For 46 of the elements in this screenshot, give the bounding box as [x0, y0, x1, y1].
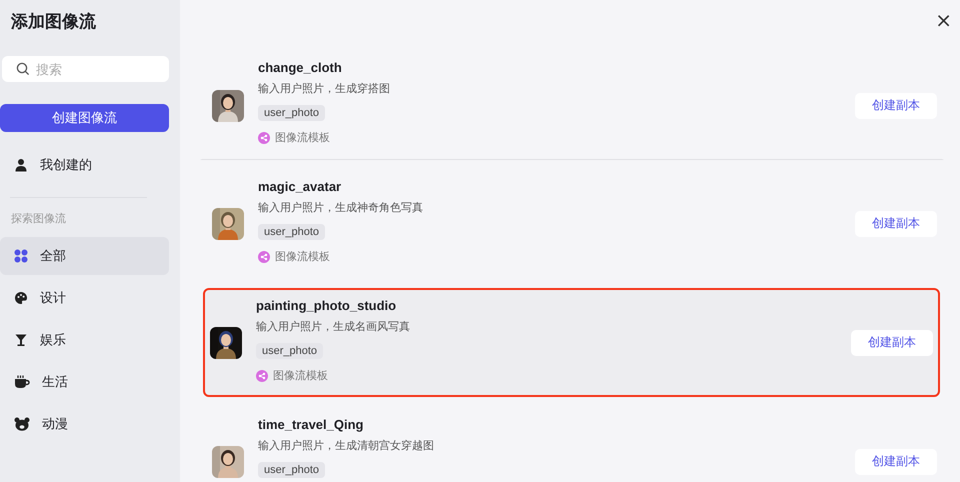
close-button[interactable]: × [931, 8, 956, 32]
copy-button[interactable]: 创建副本 [855, 92, 937, 118]
parameter-tag: user_photo [258, 224, 326, 240]
grid-icon [14, 249, 28, 263]
workflow-name: time_travel_Qing [258, 417, 364, 432]
workflow-name: magic_avatar [258, 179, 342, 194]
template-label: 图像流模板 [275, 130, 330, 145]
workflow-description: 输入用户照片，生成名画风写真 [256, 320, 410, 334]
sidebar-item[interactable]: 我创建的 [0, 146, 169, 184]
panel-title: 添加图像流 [10, 11, 97, 33]
share-icon [256, 370, 268, 382]
cocktail-icon [14, 333, 28, 347]
workflow-name: painting_photo_studio [256, 298, 396, 313]
item-label: 我创建的 [40, 156, 92, 174]
parameter-tag: user_photo [258, 462, 326, 478]
parameter-tag: user_photo [256, 343, 324, 359]
share-icon [258, 132, 270, 144]
workflow-description: 输入用户照片，生成穿搭图 [258, 82, 390, 96]
category-item[interactable]: 生活 [0, 363, 169, 401]
section-label: 探索图像流 [10, 212, 67, 226]
cup-icon [14, 375, 30, 389]
workflow-description: 输入用户照片，生成神奇角色写真 [258, 200, 423, 215]
person-icon [14, 158, 28, 172]
copy-button[interactable]: 创建副本 [855, 210, 937, 236]
workflow-name: change_cloth [258, 60, 342, 75]
item-label: 生活 [42, 373, 68, 391]
palette-icon [14, 291, 28, 305]
copy-button[interactable]: 创建副本 [851, 330, 933, 356]
copy-button[interactable]: 创建副本 [855, 448, 937, 474]
template-label: 图像流模板 [275, 250, 330, 264]
item-label: 全部 [40, 247, 66, 265]
category-item[interactable]: 全部 [0, 237, 169, 275]
share-icon [258, 250, 270, 262]
parameter-tag: user_photo [258, 105, 326, 121]
search-icon [16, 62, 30, 76]
item-label: 设计 [40, 289, 66, 307]
category-item[interactable]: 娱乐 [0, 321, 169, 359]
category-item[interactable]: 动漫 [0, 405, 169, 443]
bear-icon [14, 417, 30, 431]
search-field[interactable]: 搜索 [2, 56, 169, 82]
item-label: 娱乐 [40, 331, 66, 349]
create-button[interactable]: 创建图像流 [0, 104, 169, 132]
item-label: 动漫 [42, 415, 68, 433]
template-label: 图像流模板 [273, 368, 328, 383]
category-item[interactable]: 设计 [0, 279, 169, 317]
workflow-description: 输入用户照片，生成清朝宫女穿越图 [258, 438, 434, 453]
